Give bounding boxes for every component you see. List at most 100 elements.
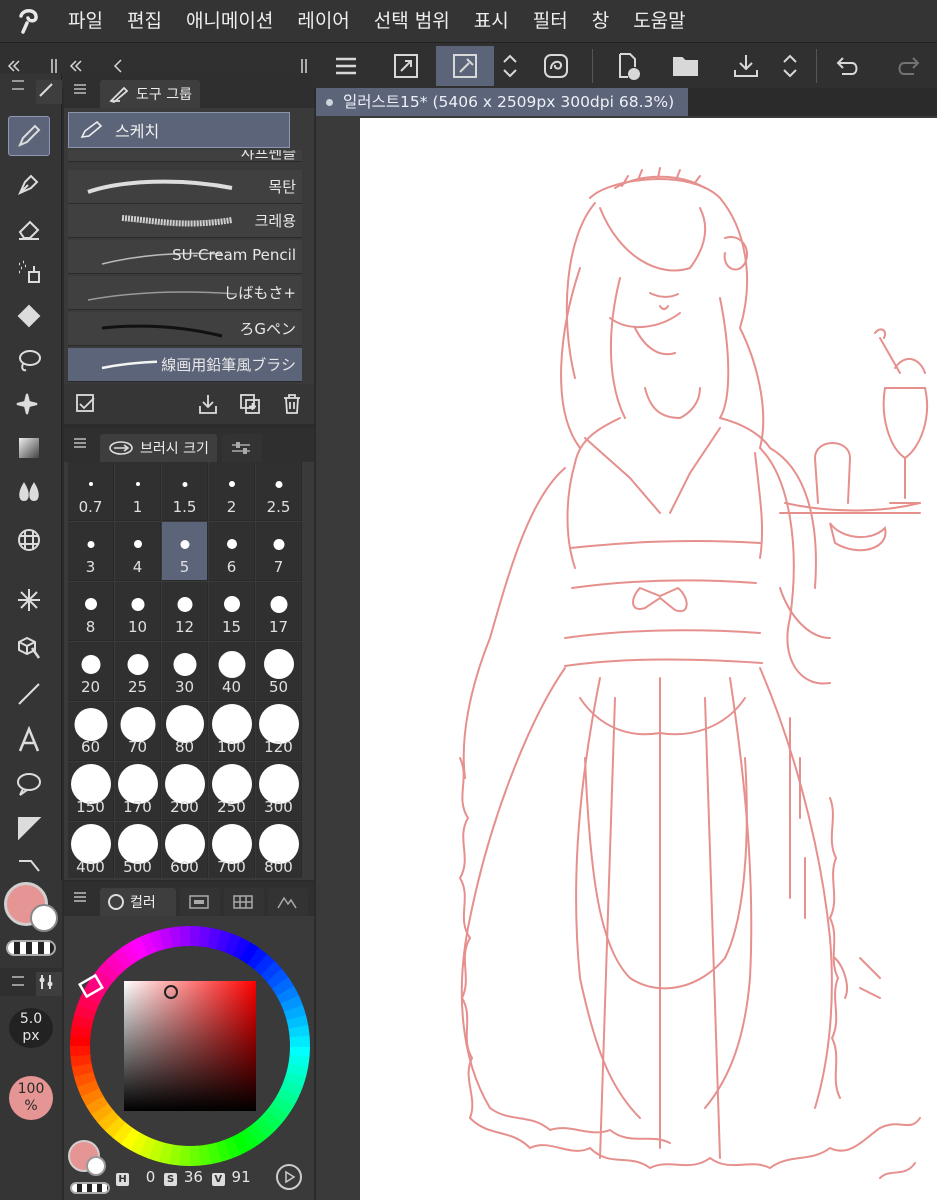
- brush-item-charcoal[interactable]: 목탄: [68, 170, 302, 204]
- menu-window[interactable]: 창: [580, 0, 621, 42]
- tab-color-history[interactable]: [268, 888, 308, 916]
- brush-size-120[interactable]: 120: [256, 702, 302, 761]
- brush-size-10[interactable]: 10: [115, 582, 161, 641]
- tab-color-set[interactable]: [224, 888, 264, 916]
- color-panel-menu-icon[interactable]: [276, 1164, 302, 1190]
- tool-settings-icon[interactable]: [74, 392, 98, 416]
- tab-color-slider[interactable]: [180, 888, 220, 916]
- subtool-group-sketch[interactable]: 스케치: [68, 112, 290, 148]
- hamburger-menu-icon[interactable]: [326, 46, 366, 86]
- brush-size-600[interactable]: 600: [162, 822, 208, 878]
- brush-size-0_7[interactable]: 0.7: [68, 462, 114, 521]
- fit-screen-icon[interactable]: [384, 46, 428, 86]
- open-folder-icon[interactable]: [666, 46, 706, 86]
- brush-size-15[interactable]: 15: [209, 582, 255, 641]
- text-tool-icon[interactable]: [8, 720, 50, 760]
- undo-icon[interactable]: [828, 46, 868, 86]
- airbrush-tool-icon[interactable]: [8, 252, 50, 292]
- brush-size-2_5[interactable]: 2.5: [256, 462, 302, 521]
- menu-help[interactable]: 도움말: [621, 0, 697, 42]
- eyedropper-mode-icon[interactable]: [436, 46, 494, 86]
- transparent-color-toggle[interactable]: [6, 940, 56, 956]
- eraser-tool-icon[interactable]: [8, 208, 50, 248]
- opacity-indicator[interactable]: 100 %: [9, 1076, 53, 1120]
- brush-item-partial[interactable]: 샤프펜슬: [68, 150, 302, 162]
- brush-item-su-cream[interactable]: SU-Cream Pencil: [68, 240, 302, 274]
- brush-size-4[interactable]: 4: [115, 522, 161, 581]
- duplicate-subtool-icon[interactable]: [238, 392, 262, 416]
- app-logo-icon[interactable]: [0, 0, 56, 42]
- spark-effect-icon[interactable]: [8, 580, 50, 620]
- brush-item-shibamosa[interactable]: しばもさ+: [68, 276, 302, 310]
- auto-select-sparkle-icon[interactable]: [8, 384, 50, 424]
- brush-size-1_5[interactable]: 1.5: [162, 462, 208, 521]
- canvas-area[interactable]: [316, 116, 937, 1200]
- brush-size-80[interactable]: 80: [162, 702, 208, 761]
- brush-size-2[interactable]: 2: [209, 462, 255, 521]
- line-tool-icon[interactable]: [8, 674, 50, 714]
- menu-view[interactable]: 표시: [462, 0, 521, 42]
- frame-tool-icon[interactable]: [8, 850, 50, 880]
- gradient-tool-icon[interactable]: [8, 428, 50, 468]
- brush-size-40[interactable]: 40: [209, 642, 255, 701]
- menu-file[interactable]: 파일: [56, 0, 115, 42]
- brush-size-1[interactable]: 1: [115, 462, 161, 521]
- brush-size-100[interactable]: 100: [209, 702, 255, 761]
- panel-menu-grip-icon[interactable]: [74, 892, 86, 902]
- brush-size-700[interactable]: 700: [209, 822, 255, 878]
- brush-size-25[interactable]: 25: [115, 642, 161, 701]
- sub-color-swatch[interactable]: [30, 904, 58, 932]
- color-panel-sub-swatch[interactable]: [86, 1156, 106, 1176]
- brush-size-500[interactable]: 500: [115, 822, 161, 878]
- menu-animation[interactable]: 애니메이션: [174, 0, 285, 42]
- brush-size-300[interactable]: 300: [256, 762, 302, 821]
- menu-layer[interactable]: 레이어: [285, 0, 361, 42]
- brush-size-250[interactable]: 250: [209, 762, 255, 821]
- brush-size-3[interactable]: 3: [68, 522, 114, 581]
- brush-size-70[interactable]: 70: [115, 702, 161, 761]
- brush-size-150[interactable]: 150: [68, 762, 114, 821]
- tool-tab-pen-icon[interactable]: [36, 80, 62, 104]
- tab-color-wheel[interactable]: 컬러: [100, 888, 176, 916]
- new-file-icon[interactable]: [608, 46, 648, 86]
- brush-size-indicator[interactable]: 5.0 px: [9, 1008, 53, 1048]
- tool-property-tab-icon[interactable]: [36, 972, 62, 996]
- panel-menu-grip-icon[interactable]: [12, 976, 24, 986]
- updown-chevron-icon-2[interactable]: [778, 46, 802, 86]
- tab-brush-size[interactable]: 브러시 크기: [100, 434, 217, 462]
- tool-palette-grip-icon[interactable]: [12, 80, 24, 90]
- quick-access-icon[interactable]: [536, 46, 576, 86]
- brush-item-g-pen[interactable]: ろGペン: [68, 312, 302, 346]
- updown-chevron-icon[interactable]: [498, 46, 522, 86]
- menu-edit[interactable]: 편집: [115, 0, 174, 42]
- panel-menu-grip-icon[interactable]: [74, 438, 86, 448]
- brush-size-200[interactable]: 200: [162, 762, 208, 821]
- brush-size-20[interactable]: 20: [68, 642, 114, 701]
- menu-selection[interactable]: 선택 범위: [362, 0, 462, 42]
- color-panel-transparent-toggle[interactable]: [70, 1182, 110, 1194]
- panel-menu-grip-icon[interactable]: [74, 84, 86, 94]
- drawing-canvas[interactable]: [360, 118, 937, 1200]
- redo-icon[interactable]: [888, 46, 928, 86]
- brush-item-crayon[interactable]: 크레용: [68, 204, 302, 238]
- save-download-icon[interactable]: [726, 46, 766, 86]
- speech-balloon-icon[interactable]: [8, 764, 50, 804]
- brush-size-7[interactable]: 7: [256, 522, 302, 581]
- tab-tool-group[interactable]: 도구 그룹: [100, 80, 200, 108]
- brush-size-12[interactable]: 12: [162, 582, 208, 641]
- blend-tool-icon[interactable]: [8, 472, 50, 512]
- brush-size-400[interactable]: 400: [68, 822, 114, 878]
- brush-item-lineart-pencil[interactable]: 線画用鉛筆風ブラシ: [68, 348, 302, 382]
- brush-size-5[interactable]: 5: [162, 522, 208, 581]
- pen-tool-icon[interactable]: [8, 164, 50, 204]
- fill-bucket-tool-icon[interactable]: [8, 296, 50, 336]
- brush-size-17[interactable]: 17: [256, 582, 302, 641]
- pencil-tool-icon[interactable]: [8, 116, 50, 156]
- brush-size-170[interactable]: 170: [115, 762, 161, 821]
- brush-size-6[interactable]: 6: [209, 522, 255, 581]
- tab-size-settings[interactable]: [222, 434, 262, 462]
- brush-size-60[interactable]: 60: [68, 702, 114, 761]
- delete-trash-icon[interactable]: [280, 392, 304, 416]
- ruler-tool-icon[interactable]: [8, 808, 50, 848]
- document-tab[interactable]: 일러스트15* (5406 x 2509px 300dpi 68.3%): [316, 88, 689, 116]
